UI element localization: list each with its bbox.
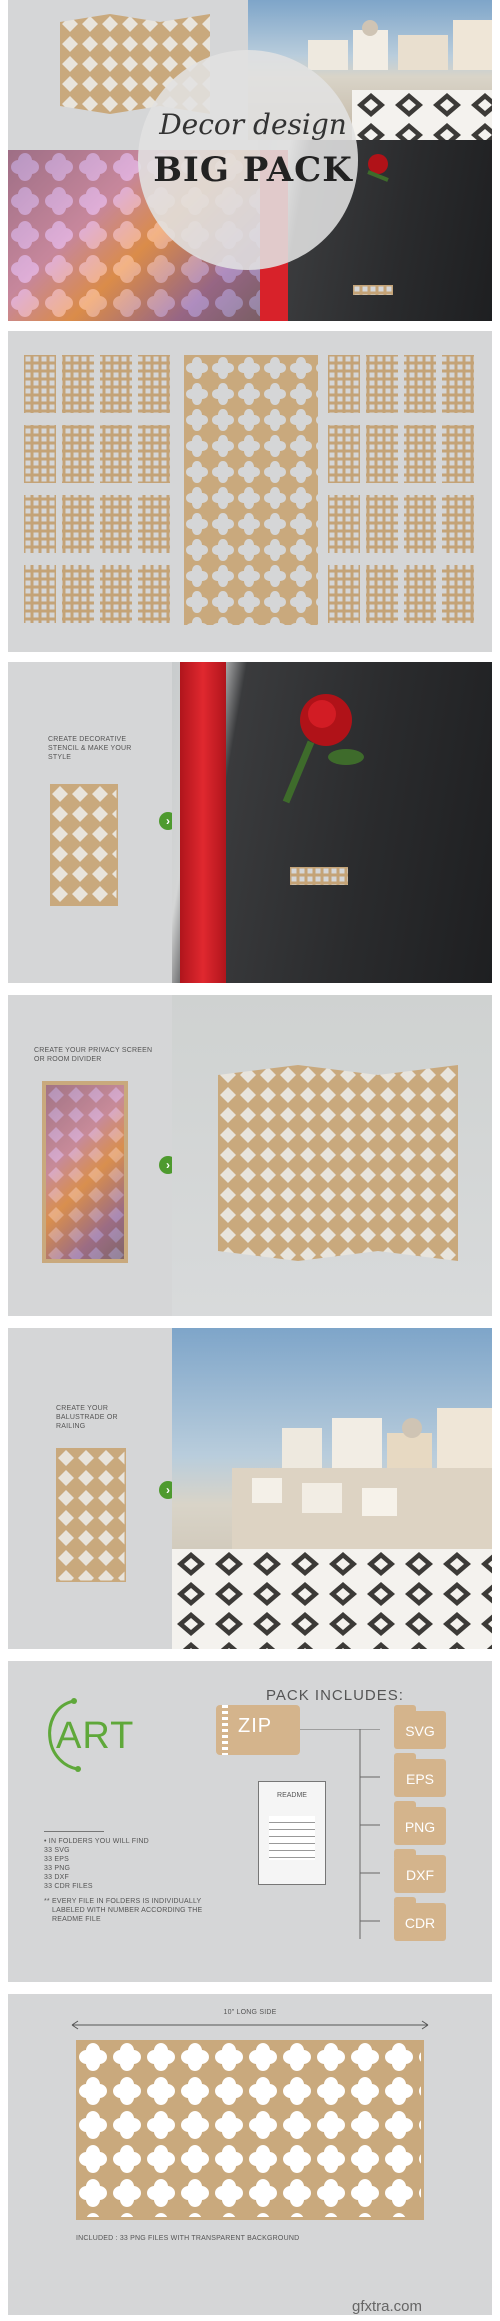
divider-photo-sample [42,1081,128,1263]
red-tie [180,662,226,983]
santorini-houses [232,1408,492,1558]
caption-line: BALUSTRADE OR [56,1414,118,1421]
cdr-folder-icon: CDR [394,1897,446,1941]
folder-contents: • IN FOLDERS YOU WILL FIND 33 SVG 33 EPS… [44,1837,244,1924]
balustrade-sample [54,1446,128,1587]
footer-note: INCLUDED : 33 PNG FILES WITH TRANSPARENT… [76,2235,300,2242]
dxf-label: DXF [406,1867,434,1883]
balustrade-pattern [172,1549,492,1649]
santorini-houses [308,20,492,70]
rose-icon [367,154,389,182]
caption-line: CREATE DECORATIVE [48,736,127,743]
balustrade-caption: CREATE YOUR BALUSTRADE OR RAILING [56,1404,156,1431]
pack-title: PACK INCLUDES: [266,1687,404,1704]
eps-label: EPS [405,1771,434,1787]
dxf-folder-icon: DXF [394,1849,446,1893]
stencil-caption: CREATE DECORATIVE STENCIL & MAKE YOUR ST… [48,735,148,762]
divider-panel: CREATE YOUR PRIVACY SCREEN OR ROOM DIVID… [8,995,492,1316]
dimension-arrow [71,2020,429,2030]
pack-contents-panel: ART • IN FOLDERS YOU WILL FIND 33 SVG 33… [8,1661,492,1982]
title-bold: BIG PACK [153,150,353,190]
eps-folder-icon: EPS [394,1753,446,1797]
featured-pattern-panel [184,355,318,630]
balustrade-panel: CREATE YOUR BALUSTRADE OR RAILING › [8,1328,492,1649]
zipper-icon [222,1705,228,1755]
count-png: 33 PNG [44,1865,71,1872]
caption-line: STYLE [48,754,72,761]
pocket-square-pattern [290,867,348,885]
title-script: Decor design [159,108,347,141]
caption-line: STENCIL & MAKE YOUR [48,745,132,752]
hero-panel: Decor design BIG PACK [8,0,492,321]
zip-icon: ZIP [216,1705,300,1755]
divider-line [44,1831,104,1832]
size-panel: 10" LONG SIDE INCLUDED : 33 PNG FILES WI… [8,1994,492,2315]
zip-label: ZIP [238,1715,273,1737]
rose-icon [282,694,364,804]
note-line-3: README FILE [52,1916,101,1923]
caption-line: OR ROOM DIVIDER [34,1056,102,1063]
connector-lines [300,1729,380,1939]
folder-note: • IN FOLDERS YOU WILL FIND [44,1838,149,1845]
cdr-label: CDR [404,1915,436,1931]
png-folder-icon: PNG [394,1801,446,1845]
caption-line: CREATE YOUR [56,1405,109,1412]
note-line-1: EVERY FILE IN FOLDERS IS INDIVIDUALLY [52,1898,202,1905]
pattern-grid-right [328,355,478,630]
pocket-square-pattern [353,285,393,295]
art-logo: ART [56,1715,135,1757]
caption-line: CREATE YOUR PRIVACY SCREEN [34,1047,153,1054]
svg-folder-icon: SVG [394,1705,446,1749]
folding-screen-illustration [218,1065,458,1261]
laser-cut-panel [73,2037,427,2225]
stencil-sample [48,782,120,911]
individual-note: ** EVERY FILE IN FOLDERS IS INDIVIDUALLY [44,1898,202,1905]
watermark: gfxtra.com [352,2298,423,2315]
count-eps: 33 EPS [44,1856,69,1863]
note-line-2: LABELED WITH NUMBER ACCORDING THE [52,1907,203,1914]
pattern-grid-left [24,355,174,630]
folder-note-text: IN FOLDERS YOU WILL FIND [48,1838,149,1845]
dimension-label: 10" LONG SIDE [223,2009,277,2016]
pattern-grid-panel [8,331,492,652]
stencil-panel: CREATE DECORATIVE STENCIL & MAKE YOUR ST… [8,662,492,983]
divider-caption: CREATE YOUR PRIVACY SCREEN OR ROOM DIVID… [34,1046,174,1064]
count-svg: 33 SVG [44,1847,70,1854]
count-dxf: 33 DXF [44,1874,69,1881]
caption-line: RAILING [56,1423,86,1430]
count-cdr: 33 CDR FILES [44,1883,93,1890]
svg-label: SVG [405,1723,435,1739]
png-label: PNG [404,1819,436,1835]
